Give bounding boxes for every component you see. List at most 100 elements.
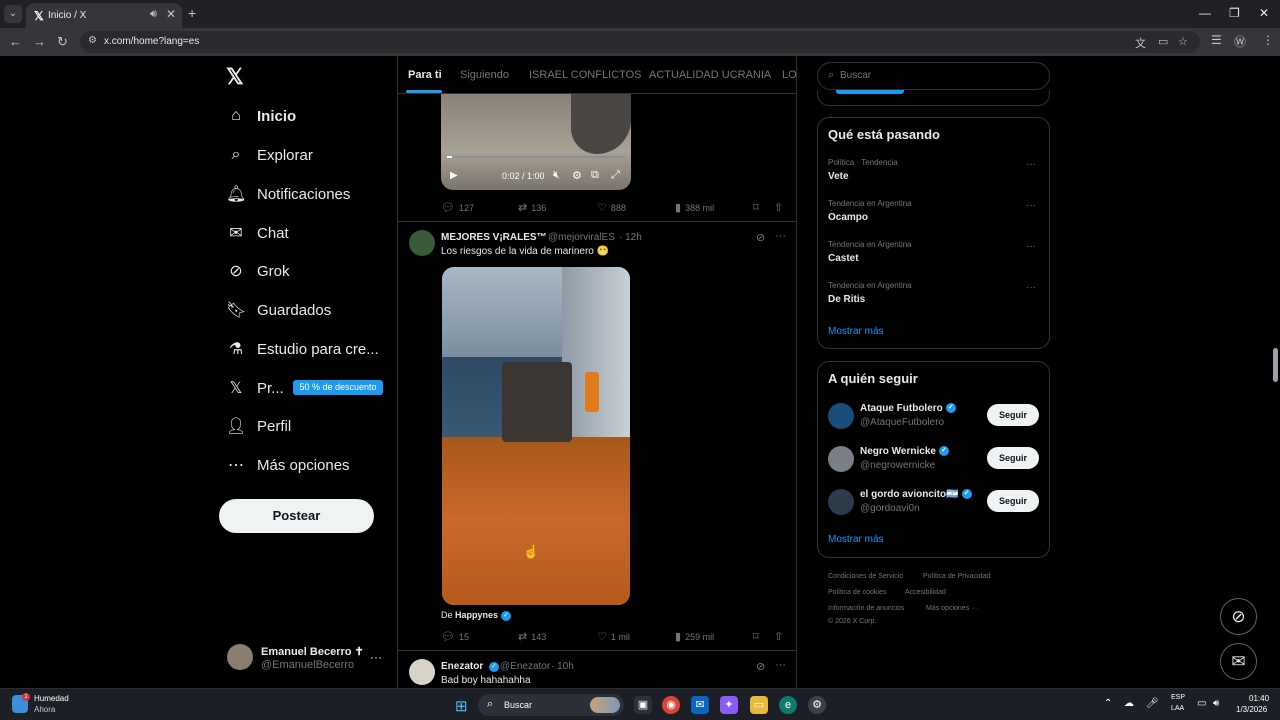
follow-button[interactable]: Seguir [987,447,1039,469]
account-handle[interactable]: @EmanuelBecerro [261,659,354,671]
taskbar-search[interactable]: ⌕ Buscar [478,694,624,716]
trend-name[interactable]: Ocampo [828,212,868,223]
trend-more-icon[interactable]: ··· [1026,159,1036,170]
tray-overflow-icon[interactable]: ⌃ [1104,698,1112,709]
grok-icon[interactable]: ⊘ [756,660,765,673]
clock-date[interactable]: 1/3/2026 [1236,705,1267,714]
account-avatar[interactable] [227,644,253,670]
grok-icon[interactable]: ⊘ [756,231,765,244]
more-icon[interactable]: ··· [775,659,786,671]
nav-chat[interactable]: ✉ Chat [226,218,288,248]
footer-terms[interactable]: Condiciones de Servicio [828,573,903,580]
post-author-name[interactable]: MEJORES V¡RALES™ [441,232,547,243]
post-time[interactable]: · 12h [619,232,642,243]
weather-sub[interactable]: Ahora [34,705,55,714]
nav-more-options[interactable]: ⋯ Más opciones [226,450,350,480]
nav-profile[interactable]: 👤︎ Perfil [226,411,291,441]
like-button[interactable]: ♡ 1 mil [597,630,630,643]
copilot-icon[interactable]: ✦ [720,696,738,714]
post-author-handle[interactable]: @Enezator [500,661,550,672]
trend-name[interactable]: De Ritis [828,294,865,305]
video-player[interactable]: ▶ 0:02 / 1:00 🔇︎ ⚙ ⧉ ⤢ [441,94,631,190]
bookmark-button[interactable]: ⌑ [753,630,763,643]
weather-label[interactable]: Humedad [34,694,69,703]
scroll-thumb[interactable] [1273,348,1278,382]
language-indicator[interactable]: ESP [1171,694,1185,701]
reading-list-icon[interactable]: ☰ [1211,33,1222,47]
footer-cookies[interactable]: Política de cookies [828,589,886,596]
views-button[interactable]: ▮ 388 mil [675,201,714,214]
app-icon[interactable]: ⚙ [808,696,826,714]
messages-float-button[interactable]: ✉ [1220,643,1257,680]
extension-icon[interactable]: Ⓦ [1234,33,1246,50]
reload-icon[interactable]: ↻ [57,34,68,50]
site-info-icon[interactable]: ⚙ [88,35,97,46]
like-button[interactable]: ♡ 888 [597,201,626,214]
avatar[interactable] [409,659,435,685]
post-author-name[interactable]: Enezator [441,661,483,672]
nav-premium[interactable]: 𝕏 Pr... [226,373,284,403]
new-tab-icon[interactable]: + [188,5,196,21]
follow-handle[interactable]: @negrowernicke [860,460,935,471]
footer-ads-info[interactable]: Información de anuncios [828,605,904,612]
trend-more-icon[interactable]: ··· [1026,200,1036,211]
mute-icon[interactable]: 🔇︎ [553,169,560,182]
trends-show-more[interactable]: Mostrar más [828,326,884,337]
windows-start-icon[interactable]: ⊞ [455,697,468,715]
x-logo-icon[interactable]: 𝕏 [226,64,244,90]
settings-icon[interactable]: ⚙ [572,169,582,182]
translate-icon[interactable]: 文 [1135,35,1146,51]
file-explorer-icon[interactable]: ▭ [750,696,768,714]
menu-icon[interactable]: ⋮ [1262,33,1274,47]
search-box[interactable]: ⌕ Buscar [817,62,1050,90]
share-button[interactable]: ⇧ [774,630,787,643]
url-text[interactable]: x.com/home?lang=es [104,36,199,47]
post-button[interactable]: Postear [219,499,374,533]
star-icon[interactable]: ☆ [1178,35,1188,48]
microphone-icon[interactable]: 🎤︎ [1146,698,1159,709]
back-icon[interactable]: ← [9,34,22,49]
miniplayer-icon[interactable]: ⧉ [591,169,599,182]
nav-creator-studio[interactable]: ⚗ Estudio para cre... [226,334,379,364]
tab-close-icon[interactable]: ✕ [166,7,176,21]
avatar[interactable] [828,489,854,515]
follow-handle[interactable]: @AtaqueFutbolero [860,417,944,428]
display-icon[interactable]: ▭ [1197,698,1206,709]
nav-grok[interactable]: ⊘ Grok [226,256,289,286]
search-input[interactable]: Buscar [840,70,871,81]
task-view-icon[interactable]: ▣ [634,696,652,714]
follow-show-more[interactable]: Mostrar más [828,534,884,545]
account-more-icon[interactable]: ··· [370,650,382,664]
trend-name[interactable]: Castet [828,253,859,264]
avatar[interactable] [828,446,854,472]
nav-explore[interactable]: ⌕ Explorar [226,140,313,170]
footer-more[interactable]: Más opciones ··· [926,605,978,612]
clock-time[interactable]: 01:40 [1249,694,1269,703]
onedrive-icon[interactable]: ☁ [1124,698,1134,709]
follow-name[interactable]: Ataque Futbolero ✓ [860,403,956,414]
account-name[interactable]: Emanuel Becerro ✝ [261,645,364,658]
post-author-handle[interactable]: @mejorviralES [548,232,615,243]
video-source[interactable]: De Happynes ✓ [441,610,512,621]
language-indicator-sub[interactable]: LAA [1171,705,1184,712]
views-button[interactable]: ▮ 259 mil [675,630,714,643]
more-icon[interactable]: ··· [775,230,786,242]
follow-button[interactable]: Seguir [987,490,1039,512]
nav-notifications[interactable]: 🔔︎ Notificaciones [226,179,350,209]
tab-lo[interactable]: LO [782,69,796,81]
fullscreen-icon[interactable]: ⤢ [611,169,620,182]
nav-bookmarks[interactable]: 🔖︎ Guardados [226,295,331,325]
reply-button[interactable]: 💬︎ 15 [441,630,469,643]
nav-home[interactable]: ⌂ Inicio [226,101,296,131]
footer-accessibility[interactable]: Accesibilidad [905,589,946,596]
edge-icon[interactable]: e [779,696,797,714]
avatar[interactable] [828,403,854,429]
repost-button[interactable]: ⇄ 143 [518,630,546,643]
chrome-icon[interactable]: ◉ [662,696,680,714]
forward-icon[interactable]: → [33,34,46,49]
minimize-icon[interactable]: — [1199,6,1211,20]
card-button[interactable] [836,90,904,94]
repost-button[interactable]: ⇄ 136 [518,201,546,214]
premium-discount-badge[interactable]: 50 % de descuento [293,380,383,395]
grok-float-button[interactable]: ⊘ [1220,598,1257,635]
